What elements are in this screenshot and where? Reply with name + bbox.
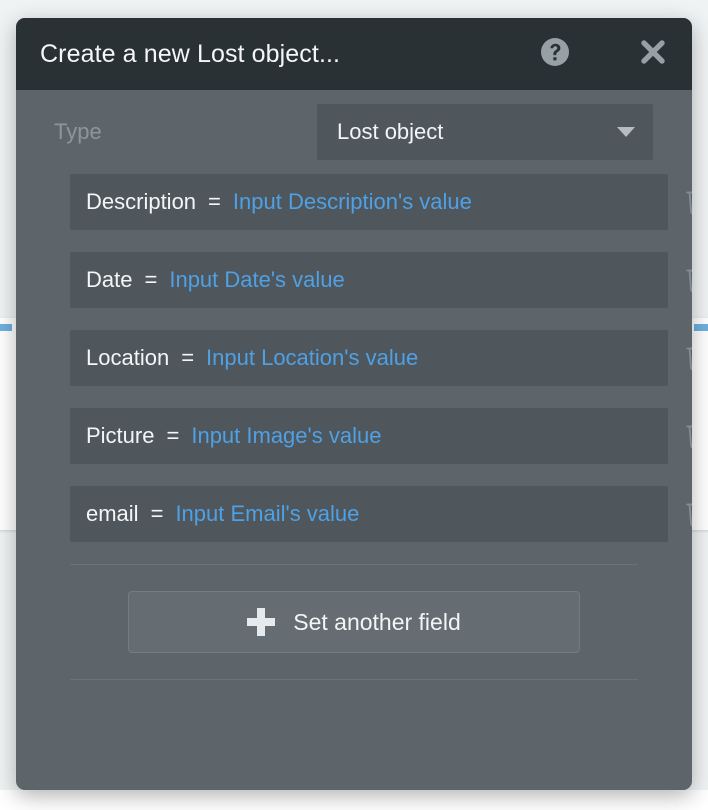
trash-icon xyxy=(686,419,692,454)
set-another-field-button[interactable]: Set another field xyxy=(128,591,580,653)
delete-field-button[interactable] xyxy=(682,419,692,453)
field-row: Date = Input Date's value xyxy=(70,252,692,308)
delete-field-button[interactable] xyxy=(682,497,692,531)
field-equals: = xyxy=(166,423,179,449)
field-value-link[interactable]: Input Date's value xyxy=(169,267,344,293)
field-box[interactable]: email = Input Email's value xyxy=(70,486,668,542)
field-box[interactable]: Location = Input Location's value xyxy=(70,330,668,386)
field-equals: = xyxy=(181,345,194,371)
field-equals: = xyxy=(208,189,221,215)
divider-below-add-field xyxy=(70,679,638,680)
field-name: Date xyxy=(86,267,132,293)
modal-title-bar: Create a new Lost object... xyxy=(16,18,692,90)
plus-icon xyxy=(247,608,275,636)
delete-field-button[interactable] xyxy=(682,263,692,297)
close-icon xyxy=(638,37,668,72)
modal-body: Type Lost object Description = Input Descr… xyxy=(16,90,692,680)
delete-field-button[interactable] xyxy=(682,185,692,219)
background-strip-bottom xyxy=(0,790,708,810)
trash-icon xyxy=(686,341,692,376)
delete-field-button[interactable] xyxy=(682,341,692,375)
background-accent-right xyxy=(694,324,708,331)
trash-icon xyxy=(686,497,692,532)
field-value-link[interactable]: Input Image's value xyxy=(191,423,381,449)
type-dropdown[interactable]: Lost object xyxy=(317,104,653,160)
trash-icon xyxy=(686,263,692,298)
help-button[interactable] xyxy=(538,37,572,71)
type-label: Type xyxy=(54,119,317,145)
type-row: Type Lost object xyxy=(16,90,692,174)
field-equals: = xyxy=(151,501,164,527)
field-box[interactable]: Date = Input Date's value xyxy=(70,252,668,308)
help-circle-icon xyxy=(539,36,571,73)
fields-list: Description = Input Description's value Dat… xyxy=(16,174,692,542)
field-value-link[interactable]: Input Location's value xyxy=(206,345,418,371)
create-object-modal: Create a new Lost object... xyxy=(16,18,692,790)
field-box[interactable]: Picture = Input Image's value xyxy=(70,408,668,464)
field-name: Picture xyxy=(86,423,154,449)
add-field-wrap: Set another field xyxy=(16,565,692,679)
field-row: Location = Input Location's value xyxy=(70,330,692,386)
field-name: email xyxy=(86,501,139,527)
type-dropdown-value: Lost object xyxy=(337,119,617,145)
modal-title: Create a new Lost object... xyxy=(40,40,538,69)
trash-icon xyxy=(686,185,692,220)
field-value-link[interactable]: Input Description's value xyxy=(233,189,472,215)
background-accent-left xyxy=(0,324,12,331)
field-row: Picture = Input Image's value xyxy=(70,408,692,464)
field-row: Description = Input Description's value xyxy=(70,174,692,230)
field-box[interactable]: Description = Input Description's value xyxy=(70,174,668,230)
chevron-down-icon xyxy=(617,127,635,137)
close-button[interactable] xyxy=(636,37,670,71)
field-name: Description xyxy=(86,189,196,215)
field-value-link[interactable]: Input Email's value xyxy=(175,501,359,527)
field-equals: = xyxy=(144,267,157,293)
field-row: email = Input Email's value xyxy=(70,486,692,542)
field-name: Location xyxy=(86,345,169,371)
set-another-field-label: Set another field xyxy=(293,609,461,636)
